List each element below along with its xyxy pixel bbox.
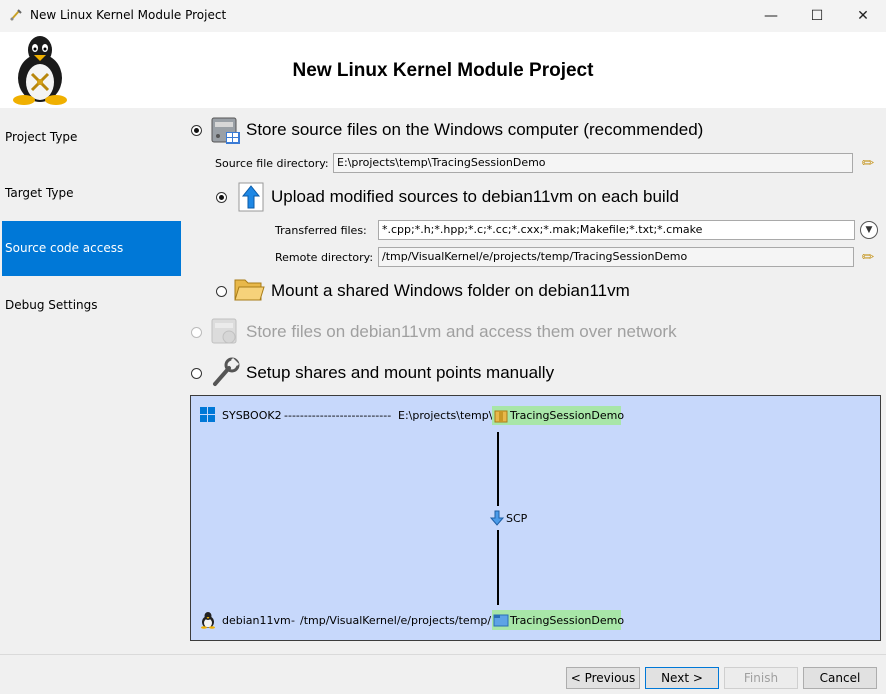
sidebar-item-source-code-access[interactable]: Source code access xyxy=(2,221,181,276)
sidebar-item-target-type[interactable]: Target Type xyxy=(2,166,181,221)
minimize-button[interactable]: — xyxy=(748,0,794,32)
sidebar-item-project-type[interactable]: Project Type xyxy=(2,110,181,165)
sidebar: Project Type Target Type Source code acc… xyxy=(0,108,183,654)
remote-name: debian11vm xyxy=(222,614,291,627)
remote-directory-label: Remote directory: xyxy=(275,251,374,264)
mapping-diagram xyxy=(190,395,881,641)
source-dir-label: Source file directory: xyxy=(215,157,329,170)
open-folder-icon xyxy=(233,274,265,304)
mount-label[interactable]: Mount a shared Windows folder on debian1… xyxy=(271,281,630,301)
remote-folder: TracingSessionDemo xyxy=(510,614,625,627)
host-path: E:\projects\temp\ xyxy=(398,409,493,422)
mount-radio[interactable] xyxy=(216,286,227,297)
page-title: New Linux Kernel Module Project xyxy=(292,60,594,81)
store-remote-label[interactable]: Store files on debian11vm and access the… xyxy=(246,322,677,342)
down-arrow-icon xyxy=(489,510,505,526)
wrench-icon xyxy=(209,356,241,388)
network-storage-icon xyxy=(209,315,241,347)
previous-button[interactable]: < Previous xyxy=(566,667,640,689)
finish-button[interactable]: Finish xyxy=(724,667,798,689)
upload-arrow-icon xyxy=(237,181,265,213)
store-windows-label[interactable]: Store source files on the Windows comput… xyxy=(246,120,703,140)
chevron-down-icon[interactable]: ▼ xyxy=(860,221,878,239)
connector-line-bottom xyxy=(497,530,499,605)
wizard-header: New Linux Kernel Module Project xyxy=(0,32,886,109)
next-button[interactable]: Next > xyxy=(645,667,719,689)
store-windows-radio[interactable] xyxy=(191,125,202,136)
windows-logo-icon xyxy=(200,407,216,423)
connector-line-top xyxy=(497,432,499,506)
host-folder: TracingSessionDemo xyxy=(510,409,625,422)
cancel-button[interactable]: Cancel xyxy=(803,667,877,689)
linux-penguin-icon xyxy=(200,611,216,629)
source-dir-field[interactable]: E:\projects\temp\TracingSessionDemo xyxy=(333,153,853,173)
upload-label[interactable]: Upload modified sources to debian11vm on… xyxy=(271,187,679,207)
app-icon xyxy=(8,7,24,23)
remote-folder-icon xyxy=(493,612,509,627)
transferred-files-label: Transferred files: xyxy=(275,224,367,237)
sidebar-item-debug-settings[interactable]: Debug Settings xyxy=(2,278,181,333)
close-button[interactable]: ✕ xyxy=(840,0,886,32)
edit-source-dir-pencil-icon[interactable]: ✏ xyxy=(859,154,877,172)
folder-icon xyxy=(494,408,508,423)
store-remote-radio[interactable] xyxy=(191,327,202,338)
transferred-files-field[interactable]: *.cpp;*.h;*.hpp;*.c;*.cc;*.cxx;*.mak;Mak… xyxy=(378,220,855,240)
host-dashes: --------------------------- xyxy=(284,409,392,422)
remote-path: /tmp/VisualKernel/e/projects/temp/ xyxy=(300,614,492,627)
manual-label[interactable]: Setup shares and mount points manually xyxy=(246,363,554,383)
manual-radio[interactable] xyxy=(191,368,202,379)
transfer-method: SCP xyxy=(506,512,528,525)
host-name: SYSBOOK2 xyxy=(222,409,282,422)
maximize-button[interactable]: ☐ xyxy=(794,0,840,32)
windows-computer-icon xyxy=(209,114,241,146)
window-title: New Linux Kernel Module Project xyxy=(30,8,227,22)
remote-directory-field[interactable]: /tmp/VisualKernel/e/projects/temp/Tracin… xyxy=(378,247,854,267)
wizard-footer: < Previous Next > Finish Cancel xyxy=(0,654,886,694)
remote-separator: - xyxy=(291,614,295,627)
upload-radio[interactable] xyxy=(216,192,227,203)
title-bar: New Linux Kernel Module Project — ☐ ✕ xyxy=(0,0,886,32)
edit-remote-dir-pencil-icon[interactable]: ✏ xyxy=(859,248,877,266)
